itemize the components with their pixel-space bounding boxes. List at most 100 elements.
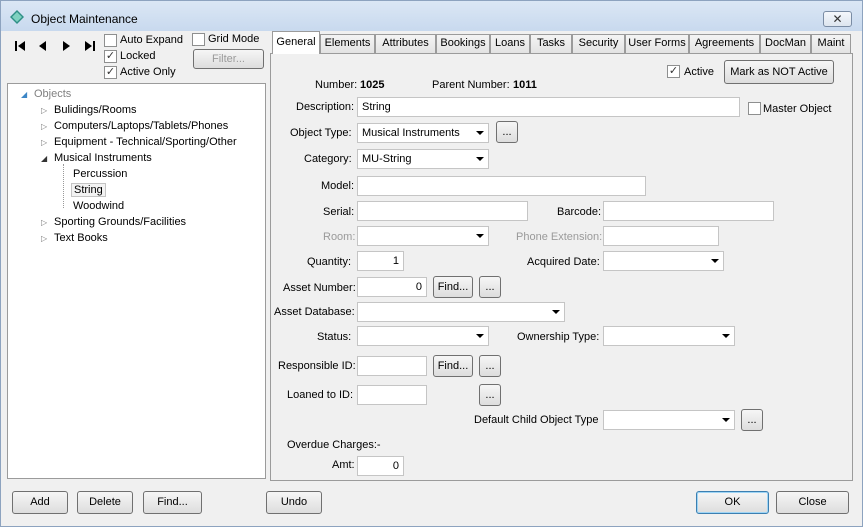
amt-input[interactable]: 0 <box>357 456 404 476</box>
active-label: Active <box>684 66 714 78</box>
tree-item-equipment[interactable]: Equipment - Technical/Sporting/Other <box>54 136 237 148</box>
object-type-select[interactable]: Musical Instruments <box>357 123 489 143</box>
previous-record-icon[interactable] <box>39 41 47 51</box>
ownership-type-label: Ownership Type: <box>517 331 600 343</box>
tab-attributes[interactable]: Attributes <box>375 34 436 53</box>
tree-guide-line <box>63 164 64 208</box>
tree-item-sporting-grounds[interactable]: Sporting Grounds/Facilities <box>54 216 186 228</box>
object-type-ellipsis-button[interactable]: ... <box>496 121 518 143</box>
active-only-checkbox[interactable]: ✓ <box>104 66 117 79</box>
auto-expand-checkbox[interactable] <box>104 34 117 47</box>
room-label: Room: <box>323 231 356 243</box>
default-child-ellipsis-button[interactable]: ... <box>741 409 763 431</box>
chevron-down-icon <box>476 131 484 135</box>
model-input[interactable] <box>357 176 646 196</box>
responsible-id-input[interactable] <box>357 356 427 376</box>
close-button[interactable]: Close <box>776 491 849 514</box>
tab-user-forms[interactable]: User Forms <box>625 34 689 53</box>
tree-item-computers[interactable]: Computers/Laptops/Tablets/Phones <box>54 120 228 132</box>
description-input[interactable]: String <box>357 97 740 117</box>
tab-security[interactable]: Security <box>572 34 625 53</box>
object-type-label: Object Type: <box>290 127 352 139</box>
ok-button[interactable]: OK <box>696 491 769 514</box>
asset-database-label: Asset Database: <box>274 306 355 318</box>
tab-docman[interactable]: DocMan <box>760 34 811 53</box>
barcode-label: Barcode: <box>557 206 602 218</box>
add-button[interactable]: Add <box>12 491 68 514</box>
barcode-input[interactable] <box>603 201 774 221</box>
responsible-id-find-button[interactable]: Find... <box>433 355 473 377</box>
asset-number-input[interactable]: 0 <box>357 277 427 297</box>
tab-elements[interactable]: Elements <box>320 34 375 53</box>
quantity-input[interactable]: 1 <box>357 251 404 271</box>
loaned-to-id-input[interactable] <box>357 385 427 405</box>
category-label: Category: <box>304 153 352 165</box>
tab-agreements[interactable]: Agreements <box>689 34 760 53</box>
ownership-type-select[interactable] <box>603 326 735 346</box>
chevron-down-icon <box>476 334 484 338</box>
find-button[interactable]: Find... <box>143 491 202 514</box>
tree-expanded-icon[interactable]: ◢ <box>21 90 27 99</box>
tree-item-woodwind[interactable]: Woodwind <box>73 200 124 212</box>
tree-collapsed-icon[interactable]: ▷ <box>41 106 47 115</box>
tree-collapsed-icon[interactable]: ▷ <box>41 122 47 131</box>
tree-item-buildings[interactable]: Bulidings/Rooms <box>54 104 137 116</box>
asset-database-select[interactable] <box>357 302 565 322</box>
master-object-label: Master Object <box>763 103 832 115</box>
tree-expanded-icon[interactable]: ◢ <box>41 154 47 163</box>
grid-mode-checkbox[interactable] <box>192 33 205 46</box>
room-select[interactable] <box>357 226 489 246</box>
category-select[interactable]: MU-String <box>357 149 489 169</box>
parent-number-label: Parent Number: <box>432 79 510 91</box>
mark-not-active-button[interactable]: Mark as NOT Active <box>724 60 834 84</box>
acquired-date-label: Acquired Date: <box>527 256 600 268</box>
locked-label: Locked <box>120 50 156 62</box>
undo-button[interactable]: Undo <box>266 491 322 514</box>
chevron-down-icon <box>476 157 484 161</box>
category-value: MU-String <box>362 153 412 165</box>
tree-collapsed-icon[interactable]: ▷ <box>41 234 47 243</box>
grid-mode-label: Grid Mode <box>208 33 260 45</box>
tab-tasks[interactable]: Tasks <box>530 34 572 53</box>
default-child-object-type-label: Default Child Object Type <box>474 414 599 426</box>
phone-extension-input[interactable] <box>603 226 719 246</box>
serial-input[interactable] <box>357 201 528 221</box>
responsible-id-ellipsis-button[interactable]: ... <box>479 355 501 377</box>
tree-item-string[interactable]: String <box>71 183 106 197</box>
loaned-to-id-ellipsis-button[interactable]: ... <box>479 384 501 406</box>
object-tree[interactable]: ◢ Objects ▷ Bulidings/Rooms ▷ Computers/… <box>7 83 266 479</box>
status-select[interactable] <box>357 326 489 346</box>
tab-loans[interactable]: Loans <box>490 34 530 53</box>
status-label: Status: <box>317 331 352 343</box>
tree-collapsed-icon[interactable]: ▷ <box>41 218 47 227</box>
window-close-button[interactable]: ✕ <box>823 11 852 27</box>
first-record-icon[interactable] <box>15 41 25 51</box>
tab-bookings[interactable]: Bookings <box>436 34 490 53</box>
phone-extension-label: Phone Extension: <box>516 231 603 243</box>
tab-general[interactable]: General <box>272 31 320 54</box>
active-checkbox[interactable]: ✓ <box>667 65 680 78</box>
tree-root[interactable]: Objects <box>34 88 71 100</box>
tab-maint[interactable]: Maint <box>811 34 851 53</box>
chevron-down-icon <box>552 310 560 314</box>
filter-button[interactable]: Filter... <box>193 49 264 69</box>
asset-number-find-button[interactable]: Find... <box>433 276 473 298</box>
chevron-down-icon <box>722 334 730 338</box>
next-record-icon[interactable] <box>63 41 71 51</box>
tree-collapsed-icon[interactable]: ▷ <box>41 138 47 147</box>
master-object-checkbox[interactable] <box>748 102 761 115</box>
loaned-to-id-label: Loaned to ID: <box>287 389 354 401</box>
last-record-icon[interactable] <box>85 41 95 51</box>
default-child-object-type-select[interactable] <box>603 410 735 430</box>
active-only-label: Active Only <box>120 66 176 78</box>
delete-button[interactable]: Delete <box>77 491 133 514</box>
serial-label: Serial: <box>323 206 355 218</box>
number-label: Number: <box>315 79 358 91</box>
tree-item-percussion[interactable]: Percussion <box>73 168 127 180</box>
asset-number-ellipsis-button[interactable]: ... <box>479 276 501 298</box>
acquired-date-select[interactable] <box>603 251 724 271</box>
locked-checkbox[interactable]: ✓ <box>104 50 117 63</box>
tree-item-musical-instruments[interactable]: Musical Instruments <box>54 152 152 164</box>
tree-item-text-books[interactable]: Text Books <box>54 232 108 244</box>
parent-number-value: 1011 <box>513 79 537 91</box>
